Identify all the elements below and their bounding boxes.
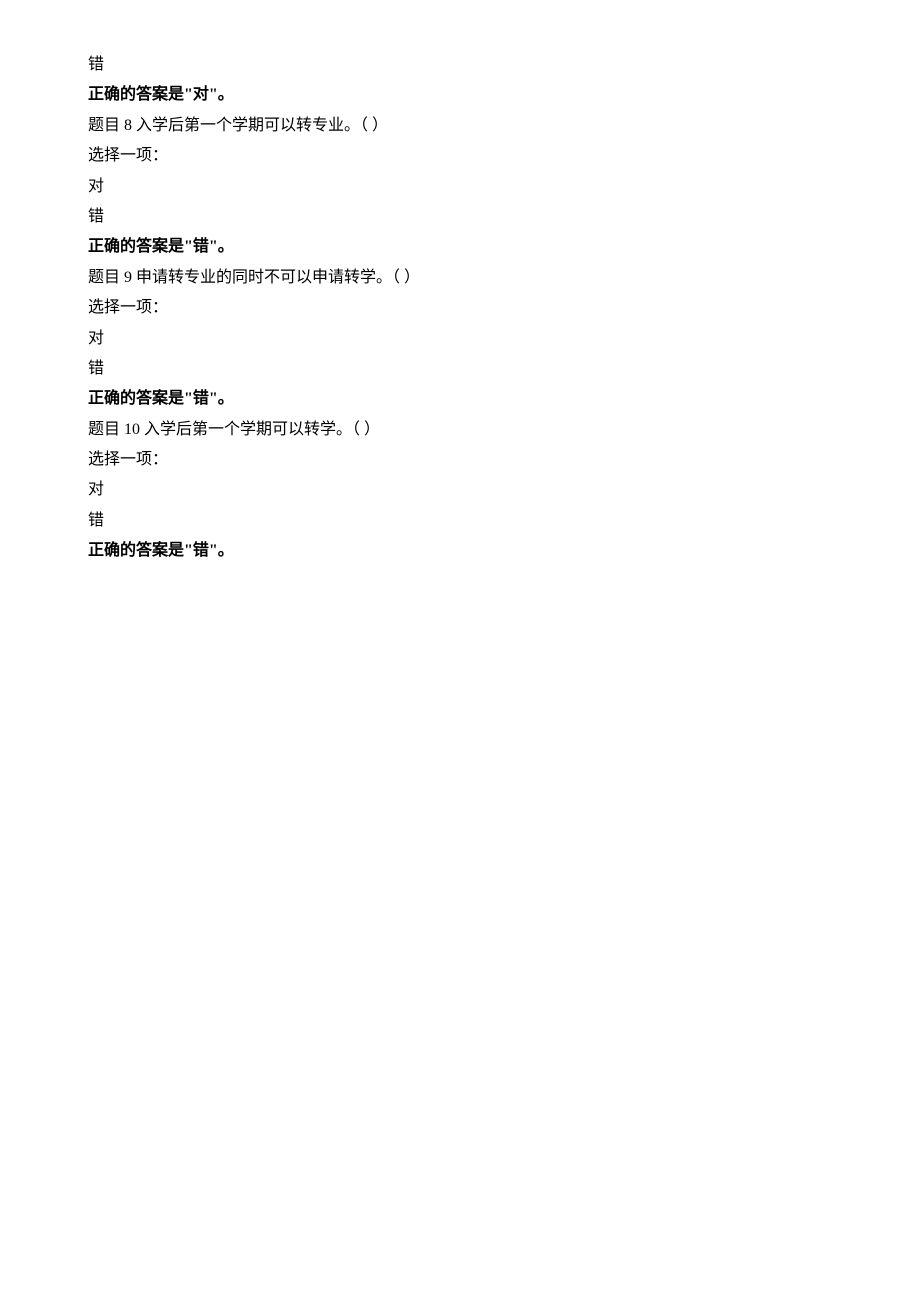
- question-8-option-false: 错: [88, 202, 832, 232]
- question-10-select: 选择一项：: [88, 445, 832, 475]
- question-8-prompt: 题目 8 入学后第一个学期可以转专业。（ ）: [88, 111, 832, 141]
- question-9-select: 选择一项：: [88, 293, 832, 323]
- question-9-option-true: 对: [88, 324, 832, 354]
- question-8-select: 选择一项：: [88, 141, 832, 171]
- question-9-answer: 正确的答案是"错"。: [88, 384, 832, 414]
- answer-prev: 正确的答案是"对"。: [88, 80, 832, 110]
- question-10-prompt: 题目 10 入学后第一个学期可以转学。（ ）: [88, 415, 832, 445]
- option-false-prev: 错: [88, 50, 832, 80]
- question-8-option-true: 对: [88, 172, 832, 202]
- question-10-option-true: 对: [88, 475, 832, 505]
- question-10-option-false: 错: [88, 506, 832, 536]
- question-10-answer: 正确的答案是"错"。: [88, 536, 832, 566]
- question-9-prompt: 题目 9 申请转专业的同时不可以申请转学。（ ）: [88, 263, 832, 293]
- question-9-option-false: 错: [88, 354, 832, 384]
- question-8-answer: 正确的答案是"错"。: [88, 232, 832, 262]
